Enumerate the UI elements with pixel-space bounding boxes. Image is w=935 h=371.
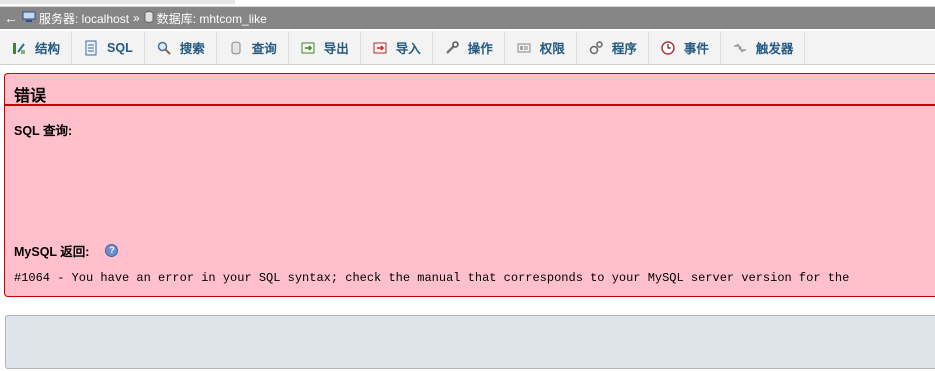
database-icon <box>144 10 154 26</box>
privileges-icon <box>516 40 532 56</box>
back-arrow-icon[interactable]: ← <box>0 10 22 26</box>
tab-label: 导出 <box>323 42 349 56</box>
error-message: #1064 - You have an error in your SQL sy… <box>14 271 850 285</box>
triggers-icon <box>732 40 748 56</box>
breadcrumb-separator: » <box>133 11 140 25</box>
tab-label: 结构 <box>35 42 61 56</box>
tab-label: 权限 <box>539 42 565 56</box>
tab-sql[interactable]: SQL <box>72 31 145 64</box>
tab-export[interactable]: 导出 <box>289 31 361 64</box>
export-icon <box>300 40 316 56</box>
sql-icon <box>83 40 99 56</box>
tab-label: 导入 <box>395 42 421 56</box>
database-link[interactable]: 数据库: mhtcom_like <box>157 10 267 27</box>
tab-bar: 结构 SQL 搜索 查询 导出 导入 操作 权限 程序 事件 触发器 <box>0 31 935 65</box>
tab-label: 触发器 <box>755 42 794 56</box>
tab-structure[interactable]: 结构 <box>0 31 73 64</box>
mysql-response-text: MySQL 返回: <box>14 245 90 259</box>
error-divider <box>5 104 935 106</box>
breadcrumb: ← 服务器: localhost » 数据库: mhtcom_like <box>0 7 935 29</box>
mysql-response-label: MySQL 返回: ? <box>14 241 119 260</box>
structure-icon <box>11 40 27 56</box>
help-icon[interactable]: ? <box>105 244 119 257</box>
server-link[interactable]: 服务器: localhost <box>39 10 129 27</box>
search-icon <box>156 40 172 56</box>
tab-label: 操作 <box>467 42 493 56</box>
top-strip-segment <box>0 0 235 4</box>
operations-icon <box>444 40 460 56</box>
tab-label: 搜索 <box>179 42 205 56</box>
tab-routines[interactable]: 程序 <box>577 31 649 64</box>
query-icon <box>228 40 244 56</box>
import-icon <box>372 40 388 56</box>
error-box: 错误 SQL 查询: MySQL 返回: ? #1064 - You have … <box>4 73 935 297</box>
tab-search[interactable]: 搜索 <box>145 31 217 64</box>
tab-import[interactable]: 导入 <box>361 31 433 64</box>
tab-triggers[interactable]: 触发器 <box>721 31 806 64</box>
routines-icon <box>588 40 604 56</box>
tab-operations[interactable]: 操作 <box>433 31 505 64</box>
tab-label: 查询 <box>251 42 277 56</box>
clock-icon <box>660 40 676 56</box>
server-icon <box>22 11 36 26</box>
sql-query-label: SQL 查询: <box>14 124 73 138</box>
tab-label: SQL <box>107 40 133 55</box>
error-title: 错误 <box>14 88 47 105</box>
tab-label: 事件 <box>683 42 709 56</box>
top-strip <box>0 0 935 7</box>
tab-events[interactable]: 事件 <box>649 31 721 64</box>
bottom-panel <box>5 315 935 369</box>
tab-query[interactable]: 查询 <box>217 31 289 64</box>
tab-label: 程序 <box>611 42 637 56</box>
tab-privileges[interactable]: 权限 <box>505 31 577 64</box>
